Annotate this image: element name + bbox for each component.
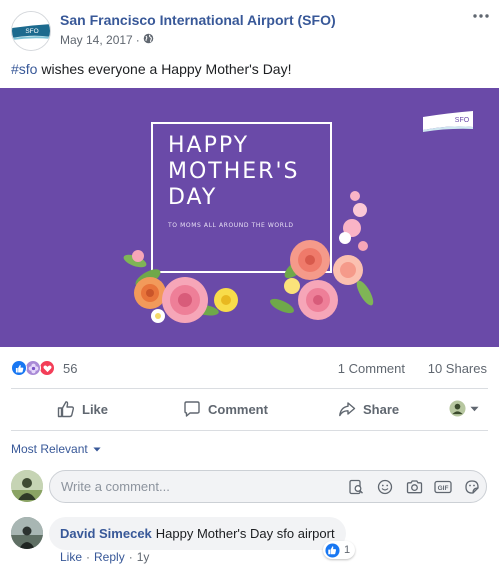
post-meta: May 14, 2017 · [60,33,154,47]
reactions-summary: 56 1 Comment 10 Shares [0,354,499,382]
divider [11,388,488,389]
thumbs-up-icon [57,401,75,418]
separator: · [128,550,133,564]
comment-age[interactable]: 1y [137,550,150,564]
comment-icon [184,401,200,417]
caret-down-icon [93,447,101,451]
post-text-body: wishes everyone a Happy Mother's Day! [37,61,292,77]
like-button[interactable]: Like [57,391,108,427]
like-label: Like [82,401,109,417]
separator: · [86,550,91,564]
commenter-avatar[interactable] [11,517,43,549]
like-icon [11,360,27,376]
post-text: #sfo wishes everyone a Happy Mother's Da… [11,61,291,77]
svg-text:SFO: SFO [25,28,38,35]
wow-flower-icon [25,360,41,376]
comment-bubble: David Simecek Happy Mother's Day sfo air… [49,517,346,550]
comment-input-box[interactable]: GIF [49,470,487,503]
more-dots-icon [473,14,489,18]
camera-icon[interactable] [405,478,423,496]
emoji-icon[interactable] [376,478,394,496]
caret-down-icon [470,406,479,411]
comment-actions: Like · Reply · 1y [60,550,149,564]
page-avatar[interactable]: SFO [11,11,51,51]
profile-avatar-small-icon [449,400,466,417]
love-icon [39,360,55,376]
comment-item: David Simecek Happy Mother's Day sfo air… [0,514,499,570]
share-button[interactable]: Share [338,391,399,427]
comment-count-link[interactable]: 1 Comment [338,361,405,376]
more-options-button[interactable] [470,6,492,26]
flower-cluster-left [123,250,238,323]
sticker-search-icon[interactable] [347,478,365,496]
comment-like-link[interactable]: Like [60,550,82,564]
post-date[interactable]: May 14, 2017 [60,33,133,47]
gif-icon[interactable]: GIF [434,478,452,496]
post-actions: Like Comment Share [0,391,499,427]
post-header: SFO San Francisco International Airport … [0,0,499,56]
hashtag-link[interactable]: #sfo [11,61,37,77]
globe-icon [143,33,154,47]
like-icon [325,542,340,558]
comment-text: Happy Mother's Day sfo airport [155,526,335,541]
sticker-icon[interactable] [463,478,481,496]
comment-button[interactable]: Comment [183,391,268,427]
share-icon [339,402,356,417]
reaction-count[interactable]: 56 [63,361,77,376]
divider [11,430,488,431]
comment-reaction-badge[interactable]: 1 [323,541,356,559]
react-as-selector[interactable] [449,400,479,417]
share-label: Share [363,401,400,417]
comment-sort-dropdown[interactable]: Most Relevant [11,442,101,456]
user-avatar[interactable] [11,470,43,502]
comment-reply-link[interactable]: Reply [94,550,125,564]
user-avatar-image [11,470,43,502]
flower-cluster-right [270,191,374,320]
comment-like-count: 1 [344,544,351,556]
meta-separator: · [135,33,140,47]
reaction-icons[interactable] [11,360,55,376]
comment-label: Comment [208,401,268,417]
sfo-logo: SFO [12,12,50,50]
commenter-avatar-image [11,517,43,549]
share-count-link[interactable]: 10 Shares [428,361,487,376]
svg-text:GIF: GIF [438,485,449,492]
comment-sort-label: Most Relevant [11,442,88,456]
comment-input[interactable] [61,471,341,502]
composer-tools: GIF [347,478,481,496]
post-image[interactable]: HAPPY MOTHER'S DAY TO MOMS ALL AROUND TH… [0,88,499,347]
commenter-name-link[interactable]: David Simecek [60,526,152,541]
comment-composer: GIF [0,468,499,508]
flower-decoration [123,191,374,323]
page-name-link[interactable]: San Francisco International Airport (SFO… [60,12,336,28]
